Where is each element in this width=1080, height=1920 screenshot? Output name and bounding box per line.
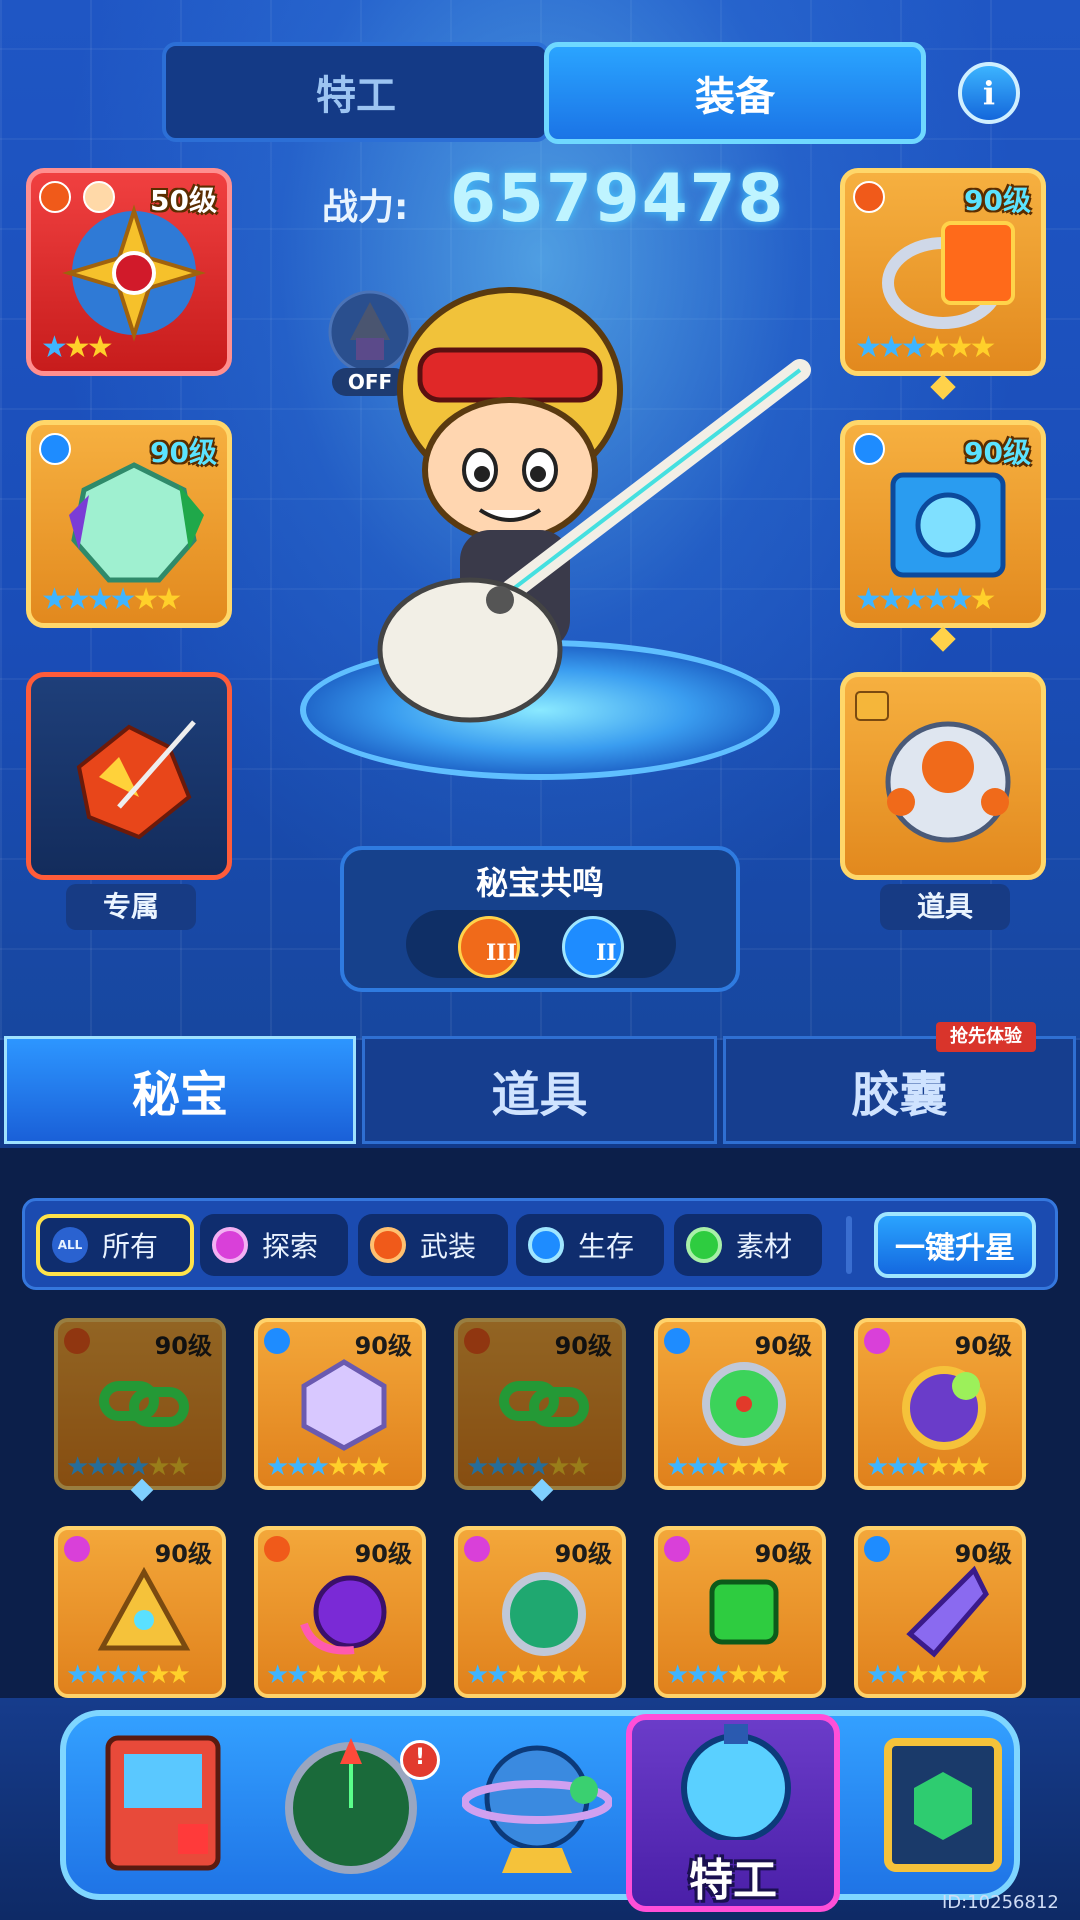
pocket-watch-icon bbox=[902, 1366, 986, 1450]
crystal-shard-icon bbox=[906, 1565, 989, 1658]
inventory-item[interactable]: 90级 ★★★★★★ bbox=[654, 1526, 826, 1698]
filter-survive-label: 生存 bbox=[578, 1230, 635, 1263]
survive-icon bbox=[864, 1536, 890, 1562]
nav-arcade-icon[interactable] bbox=[88, 1728, 238, 1878]
filter-explore-label: 探索 bbox=[262, 1230, 319, 1263]
nav-gem-frame-icon[interactable] bbox=[868, 1728, 1018, 1878]
filter-all[interactable]: ALL 所有 bbox=[36, 1214, 194, 1276]
equip-slot-exclusive[interactable] bbox=[26, 672, 232, 880]
gem-artifact-icon bbox=[69, 462, 204, 583]
crystal-mirror-icon bbox=[301, 1359, 387, 1451]
material-icon bbox=[686, 1227, 722, 1263]
all-icon: ALL bbox=[52, 1227, 88, 1263]
equip-slot-right-1[interactable]: 90级 ★★★★★★ bbox=[840, 168, 1046, 376]
lock-icon bbox=[855, 691, 889, 721]
tab-equipment[interactable]: 装备 bbox=[544, 42, 926, 144]
filter-all-label: 所有 bbox=[102, 1230, 159, 1263]
filter-arms-label: 武装 bbox=[420, 1230, 477, 1263]
star-rating: ★★★★★★ bbox=[666, 1452, 791, 1482]
star-rating: ★★★ bbox=[41, 330, 114, 365]
survive-icon bbox=[528, 1227, 564, 1263]
item-label: 道具 bbox=[880, 884, 1010, 930]
star-rating: ★★★★★★ bbox=[41, 582, 182, 617]
guitar-shard-icon bbox=[76, 720, 196, 840]
inventory-item[interactable]: 90级 ★★★★★★ bbox=[854, 1318, 1026, 1490]
filter-material-label: 素材 bbox=[736, 1230, 793, 1263]
exclusive-label: 专属 bbox=[66, 884, 196, 930]
info-icon[interactable]: i bbox=[958, 62, 1020, 124]
inventory-item[interactable]: 90级 ★★★★★★ bbox=[454, 1526, 626, 1698]
star-rating: ★★★★★★ bbox=[855, 330, 996, 365]
star-rating: ★★★★★★ bbox=[66, 1660, 191, 1690]
inventory-item[interactable]: 90级 ★★★★★★ bbox=[54, 1318, 226, 1490]
purple-orb-icon bbox=[300, 1575, 387, 1655]
arms-icon bbox=[370, 1227, 406, 1263]
resonance-badges: III II bbox=[406, 910, 676, 978]
inventory-item[interactable]: 90级 ★★★★★★ bbox=[54, 1526, 226, 1698]
chain-link-icon bbox=[499, 1381, 589, 1427]
inventory-item[interactable]: 90级 ★★★★★★ bbox=[454, 1318, 626, 1490]
chain-link-icon bbox=[99, 1381, 189, 1427]
equip-slot-right-2[interactable]: 90级 ★★★★★★ bbox=[840, 420, 1046, 628]
filter-survive[interactable]: 生存 bbox=[516, 1214, 664, 1276]
resonance-level-2: II bbox=[596, 940, 617, 966]
star-rating: ★★★★★★ bbox=[466, 1660, 591, 1690]
star-rating: ★★★★★★ bbox=[855, 582, 996, 617]
inventory-item[interactable]: 90级 ★★★★★★ bbox=[654, 1318, 826, 1490]
agent-helmet-icon bbox=[681, 1724, 791, 1840]
target-device-icon bbox=[702, 1362, 786, 1446]
resonance-title: 秘宝共鸣 bbox=[475, 864, 604, 902]
explore-icon bbox=[64, 1536, 90, 1562]
star-rating: ★★★★★★ bbox=[866, 1660, 991, 1690]
early-access-badge: 抢先体验 bbox=[936, 1022, 1036, 1052]
power-label: 战力: bbox=[322, 187, 409, 228]
resonance-level-1: III bbox=[486, 940, 517, 966]
robot-pod-icon bbox=[885, 721, 1011, 843]
inventory-item[interactable]: 90级 ★★★★★★ bbox=[254, 1318, 426, 1490]
pyramid-icon bbox=[97, 1566, 191, 1651]
tab-agent[interactable]: 特工 bbox=[162, 42, 550, 142]
equip-slot-left-2[interactable]: 90级 ★★★★★★ bbox=[26, 420, 232, 628]
star-up-all-button[interactable]: 一键升星 bbox=[874, 1212, 1036, 1278]
star-rating: ★★★★★★ bbox=[66, 1452, 191, 1482]
ring-artifact-icon bbox=[882, 221, 1015, 329]
sun-emblem-icon bbox=[62, 204, 206, 342]
filter-divider bbox=[846, 1216, 852, 1274]
tab-capsule[interactable]: 胶囊 bbox=[723, 1036, 1076, 1144]
explore-icon bbox=[464, 1536, 490, 1562]
filter-arms[interactable]: 武装 bbox=[358, 1214, 508, 1276]
rocker-character bbox=[377, 287, 811, 723]
star-rating: ★★★★★★ bbox=[266, 1452, 391, 1482]
explore-icon bbox=[864, 1328, 890, 1354]
arms-icon bbox=[64, 1328, 90, 1354]
equip-slot-left-1[interactable]: 50级 ★★★ bbox=[26, 168, 232, 376]
tab-item[interactable]: 道具 bbox=[362, 1036, 717, 1144]
nav-agent-button[interactable]: 特工 bbox=[626, 1714, 840, 1912]
tab-treasure[interactable]: 秘宝 bbox=[4, 1036, 356, 1144]
filter-explore[interactable]: 探索 bbox=[200, 1214, 348, 1276]
speaker-box-icon bbox=[890, 472, 1006, 578]
star-rating: ★★★★★★ bbox=[266, 1660, 391, 1690]
alert-badge: ! bbox=[400, 1740, 440, 1780]
resonance-panel[interactable]: 秘宝共鸣 III II bbox=[340, 846, 740, 992]
equip-slot-item[interactable] bbox=[840, 672, 1046, 880]
nav-agent-label: 特工 bbox=[689, 1855, 777, 1906]
user-id: ID:10256812 bbox=[942, 1892, 1059, 1913]
star-rating: ★★★★★★ bbox=[666, 1660, 791, 1690]
arms-icon bbox=[264, 1536, 290, 1562]
filter-material[interactable]: 素材 bbox=[674, 1214, 822, 1276]
green-gem-icon bbox=[709, 1579, 779, 1645]
explore-icon bbox=[212, 1227, 248, 1263]
emerald-ring-icon bbox=[502, 1572, 586, 1656]
star-rating: ★★★★★★ bbox=[466, 1452, 591, 1482]
inventory-item[interactable]: 90级 ★★★★★★ bbox=[254, 1526, 426, 1698]
inventory-item[interactable]: 90级 ★★★★★★ bbox=[854, 1526, 1026, 1698]
explore-icon bbox=[664, 1536, 690, 1562]
arms-icon bbox=[464, 1328, 490, 1354]
survive-icon bbox=[664, 1328, 690, 1354]
nav-planet-icon[interactable] bbox=[461, 1728, 613, 1878]
star-rating: ★★★★★★ bbox=[866, 1452, 991, 1482]
survive-icon bbox=[264, 1328, 290, 1354]
power-value: 6579478 bbox=[450, 160, 786, 237]
